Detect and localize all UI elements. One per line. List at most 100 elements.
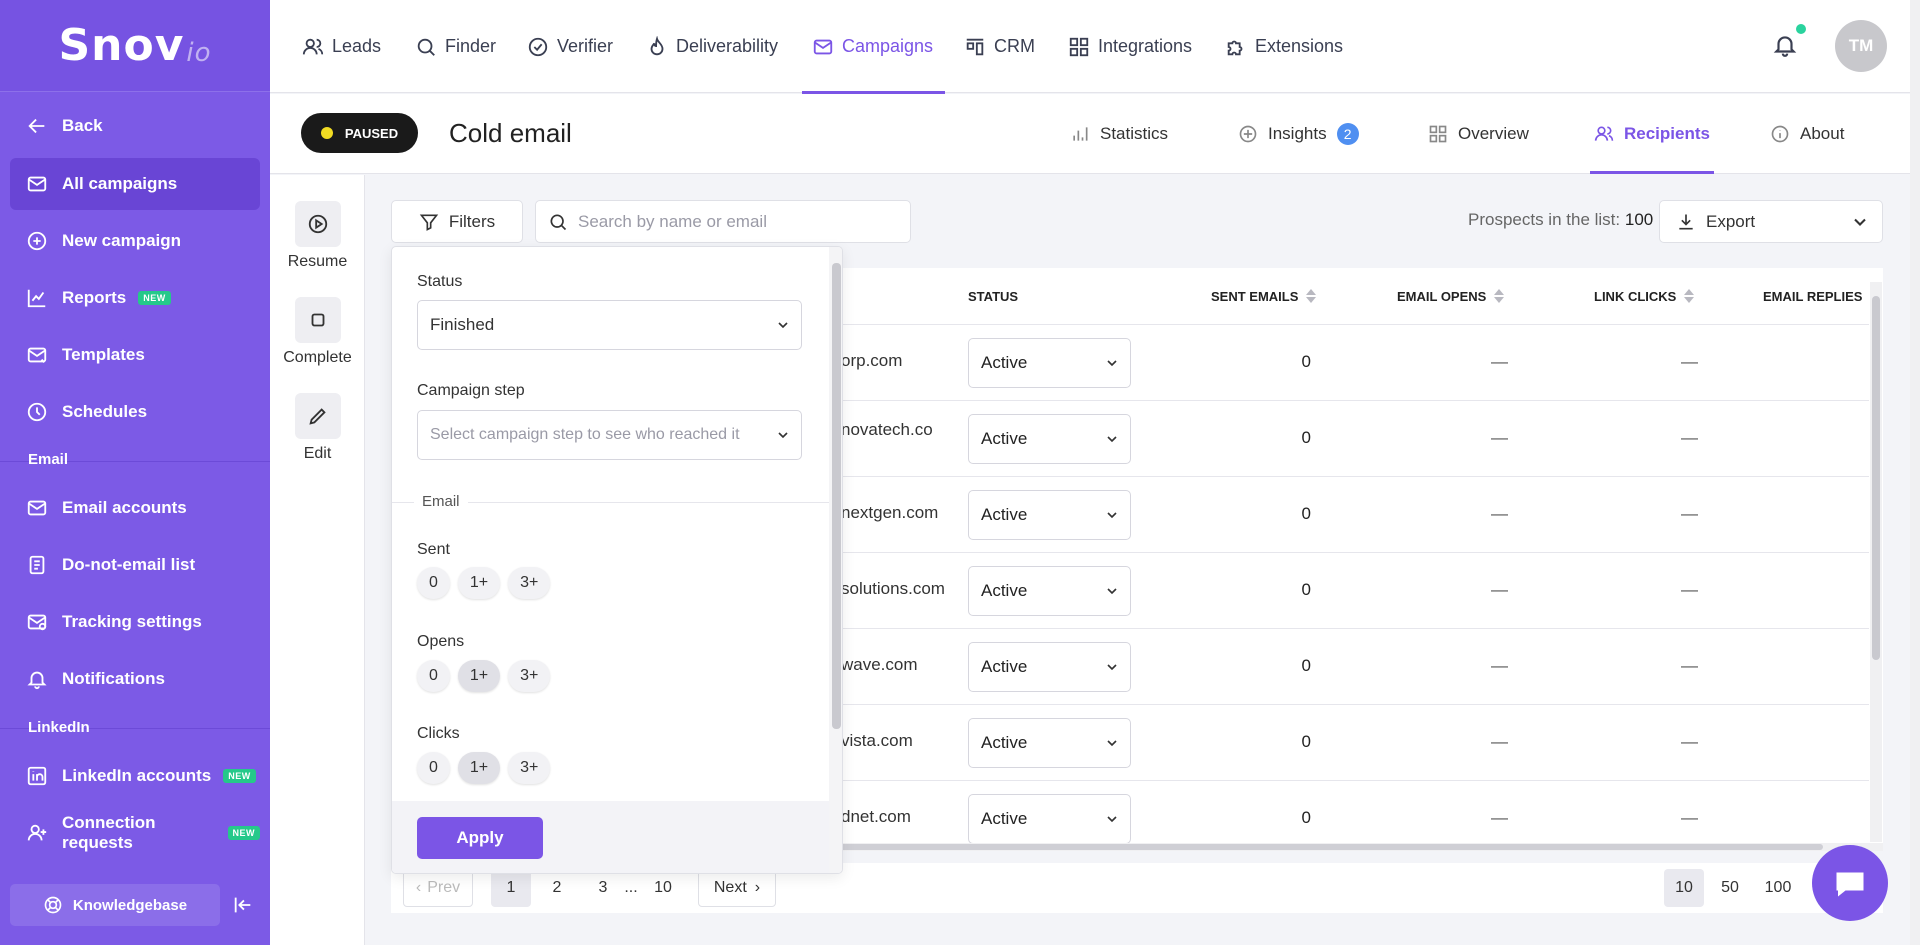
sidebar-item-new-campaign[interactable]: New campaign	[10, 215, 260, 267]
table-vertical-scroll-thumb[interactable]	[1872, 296, 1880, 660]
back-link[interactable]: Back	[10, 100, 260, 152]
column-header-sent-emails[interactable]: SENT EMAILS	[1211, 268, 1317, 324]
sent-count: 0	[1301, 352, 1311, 371]
clicks-chip-0[interactable]: 0	[417, 752, 450, 784]
opens-chip-1plus[interactable]: 1+	[457, 660, 501, 692]
tab-recipients[interactable]: Recipients	[1590, 94, 1714, 174]
sidebar-item-schedules[interactable]: Schedules	[10, 386, 260, 438]
column-header-email-opens[interactable]: EMAIL OPENS	[1397, 268, 1505, 324]
clicks-count: —	[1681, 580, 1698, 599]
next-page-button[interactable]: Next ›	[698, 869, 776, 907]
status-select[interactable]: Active	[968, 642, 1131, 692]
status-select[interactable]: Active	[968, 718, 1131, 768]
page-size-100[interactable]: 100	[1754, 869, 1802, 907]
sidebar-item-email-accounts[interactable]: Email accounts	[10, 482, 260, 534]
status-value: Active	[981, 657, 1028, 676]
edit-button[interactable]: Edit	[270, 393, 365, 463]
bell-icon[interactable]	[1772, 32, 1798, 58]
page-3[interactable]: 3	[583, 869, 623, 907]
opens-count: —	[1491, 504, 1508, 523]
page-2[interactable]: 2	[537, 869, 577, 907]
sidebar-item-tracking-settings[interactable]: Tracking settings	[10, 596, 260, 648]
chevron-down-icon	[778, 322, 788, 329]
chevron-down-icon	[1107, 740, 1117, 747]
nav-finder[interactable]: Finder	[415, 0, 496, 93]
nav-label: CRM	[994, 36, 1035, 56]
column-header-status: STATUS	[968, 268, 1018, 324]
page-size-10[interactable]: 10	[1664, 869, 1704, 907]
filters-button[interactable]: Filters	[391, 200, 523, 243]
tab-overview[interactable]: Overview	[1428, 94, 1529, 174]
column-header-email-replies[interactable]: EMAIL REPLIES	[1763, 268, 1862, 324]
filter-panel-scroll-thumb[interactable]	[832, 263, 841, 729]
sidebar-item-do-not-email[interactable]: Do-not-email list	[10, 539, 260, 591]
clicks-chip-3plus[interactable]: 3+	[508, 752, 551, 784]
opens-count: —	[1491, 808, 1508, 827]
chat-button[interactable]	[1812, 845, 1888, 921]
sidebar-item-connection-requests[interactable]: Connection requests NEW	[10, 807, 260, 859]
brand-name: Snov	[58, 20, 185, 71]
page-scrollbar[interactable]	[1910, 0, 1920, 945]
sent-chip-0[interactable]: 0	[417, 567, 450, 599]
sent-chip-1plus[interactable]: 1+	[457, 567, 501, 599]
nav-leads[interactable]: Leads	[302, 0, 381, 93]
opens-chip-0[interactable]: 0	[417, 660, 450, 692]
column-header-link-clicks[interactable]: LINK CLICKS	[1594, 268, 1695, 324]
status-filter-select[interactable]: Finished	[417, 300, 802, 350]
prev-page-button[interactable]: ‹ Prev	[403, 869, 473, 907]
nav-integrations[interactable]: Integrations	[1068, 0, 1192, 93]
header-label: EMAIL OPENS	[1397, 288, 1487, 304]
prev-label: Prev	[427, 879, 461, 896]
export-dropdown[interactable]: Export	[1659, 200, 1883, 243]
chevron-left-icon: ‹	[415, 879, 422, 896]
resume-button[interactable]: Resume	[270, 201, 365, 271]
nav-label: Leads	[332, 36, 382, 56]
avatar[interactable]: TM	[1835, 20, 1887, 72]
clicks-chip-1plus[interactable]: 1+	[457, 752, 501, 784]
page-title[interactable]: Cold email	[449, 118, 572, 149]
tab-statistics[interactable]: Statistics	[1070, 94, 1168, 174]
status-select[interactable]: Active	[968, 794, 1131, 843]
status-select[interactable]: Active	[968, 566, 1131, 616]
tab-about[interactable]: About	[1770, 94, 1844, 174]
sent-chip-3plus[interactable]: 3+	[508, 567, 551, 599]
complete-button[interactable]: Complete	[270, 297, 365, 367]
status-select[interactable]: Active	[968, 490, 1131, 540]
snovio-logo[interactable]: Snov io	[0, 0, 270, 92]
opens-count: —	[1491, 580, 1508, 599]
sidebar-item-notifications[interactable]: Notifications	[10, 653, 260, 705]
sidebar-item-all-campaigns[interactable]: All campaigns	[10, 158, 260, 210]
search-box[interactable]	[535, 200, 911, 243]
sidebar-item-linkedin-accounts[interactable]: LinkedIn accounts NEW	[10, 750, 260, 802]
page-10[interactable]: 10	[643, 869, 683, 907]
page-size-50[interactable]: 50	[1710, 869, 1750, 907]
status-value: Active	[981, 429, 1028, 448]
knowledgebase-button[interactable]: Knowledgebase	[10, 884, 220, 926]
campaign-step-placeholder: Select campaign step to see who reached …	[430, 426, 740, 443]
opens-chip-3plus[interactable]: 3+	[508, 660, 551, 692]
search-input[interactable]	[578, 211, 898, 232]
status-select[interactable]: Active	[968, 414, 1131, 464]
puzzle-icon	[1227, 40, 1243, 55]
nav-extensions[interactable]: Extensions	[1225, 0, 1343, 93]
collapse-sidebar-icon[interactable]	[232, 894, 254, 916]
sidebar-item-templates[interactable]: Templates	[10, 329, 260, 381]
campaign-step-select[interactable]: Select campaign step to see who reached …	[417, 410, 802, 460]
notification-dot	[1794, 22, 1808, 36]
nav-deliverability[interactable]: Deliverability	[646, 0, 778, 93]
tab-insights[interactable]: Insights 2	[1238, 94, 1359, 174]
recipient-email: dnet.com	[841, 807, 911, 826]
users-icon	[302, 38, 324, 54]
page-1[interactable]: 1	[491, 869, 531, 907]
nav-verifier[interactable]: Verifier	[527, 0, 613, 93]
apply-button[interactable]: Apply	[417, 817, 543, 859]
header-label: EMAIL REPLIES	[1763, 288, 1863, 304]
recipient-email: wave.com	[841, 655, 918, 674]
sidebar-item-reports[interactable]: Reports NEW	[10, 272, 260, 324]
nav-campaigns[interactable]: Campaigns	[801, 0, 946, 94]
opens-filter-label: Opens	[417, 633, 465, 650]
recipient-email: novatech.co	[841, 420, 933, 439]
user-plus-icon	[27, 824, 47, 841]
status-select[interactable]: Active	[968, 338, 1131, 388]
nav-crm[interactable]: CRM	[964, 0, 1035, 93]
